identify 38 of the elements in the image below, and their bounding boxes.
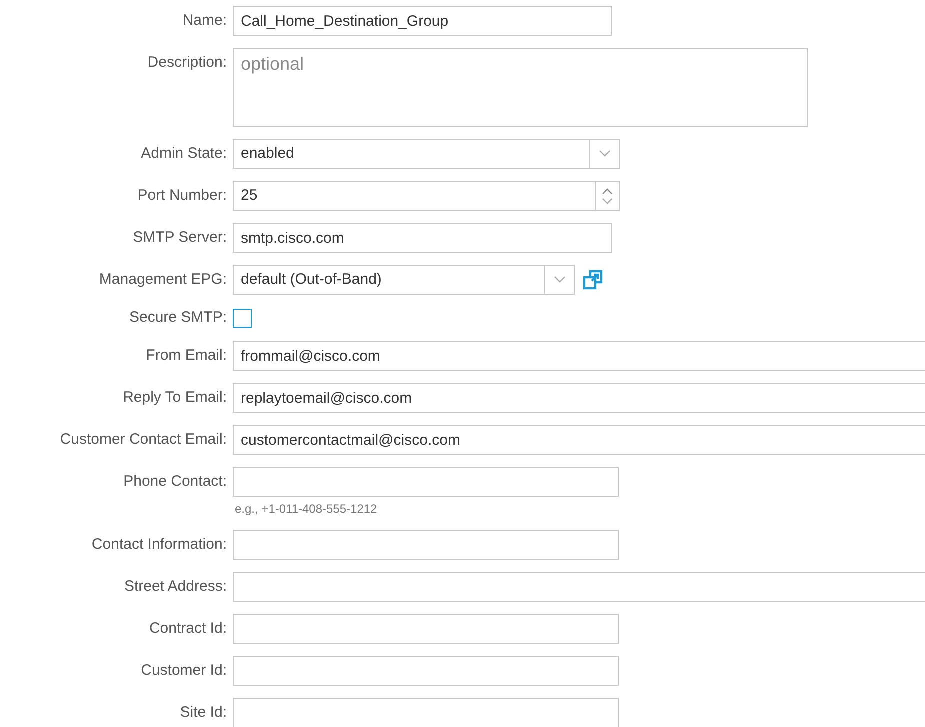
- text-field[interactable]: customercontactmail@cisco.com: [233, 425, 925, 455]
- text-field[interactable]: [233, 530, 619, 560]
- field-label: Site Id:: [179, 703, 228, 723]
- number-field[interactable]: 25: [233, 181, 620, 211]
- text-field[interactable]: [233, 698, 619, 727]
- text-field[interactable]: [233, 467, 619, 497]
- checkbox[interactable]: [233, 308, 252, 328]
- field-label: Customer Contact Email:: [59, 430, 228, 450]
- spin-up-icon[interactable]: [602, 188, 613, 194]
- field-label: Name:: [182, 11, 228, 31]
- field-label: Reply To Email:: [122, 388, 228, 408]
- field-label: SMTP Server:: [132, 228, 228, 248]
- spin-down-icon[interactable]: [602, 198, 613, 204]
- dropdown-field[interactable]: default (Out-of-Band): [233, 265, 575, 295]
- field-label: Admin State:: [140, 144, 228, 164]
- field-label: Customer Id:: [140, 661, 228, 681]
- text-field[interactable]: frommail@cisco.com: [233, 341, 925, 371]
- field-label: Port Number:: [136, 186, 228, 206]
- field-label: Management EPG:: [98, 270, 228, 290]
- description-field[interactable]: optional: [233, 48, 808, 127]
- field-label: Contract Id:: [148, 619, 228, 639]
- open-window-icon[interactable]: [583, 270, 603, 290]
- text-field[interactable]: Call_Home_Destination_Group: [233, 6, 612, 36]
- hint-text: e.g., +1-011-408-555-1212: [235, 501, 378, 518]
- field-label: Contact Information:: [90, 535, 228, 555]
- text-field[interactable]: [233, 614, 619, 644]
- field-label: Description:: [146, 53, 228, 73]
- field-label: Street Address:: [123, 577, 228, 597]
- field-label: Phone Contact:: [122, 472, 228, 492]
- text-field[interactable]: replaytoemail@cisco.com: [233, 383, 925, 413]
- field-label: From Email:: [145, 346, 228, 366]
- text-field[interactable]: smtp.cisco.com: [233, 223, 612, 253]
- field-label: Secure SMTP:: [128, 308, 228, 328]
- chevron-down-icon: [598, 150, 610, 158]
- dropdown-field[interactable]: enabled: [233, 139, 620, 169]
- chevron-down-icon: [554, 276, 566, 284]
- text-field[interactable]: [233, 656, 619, 686]
- text-field[interactable]: [233, 572, 925, 602]
